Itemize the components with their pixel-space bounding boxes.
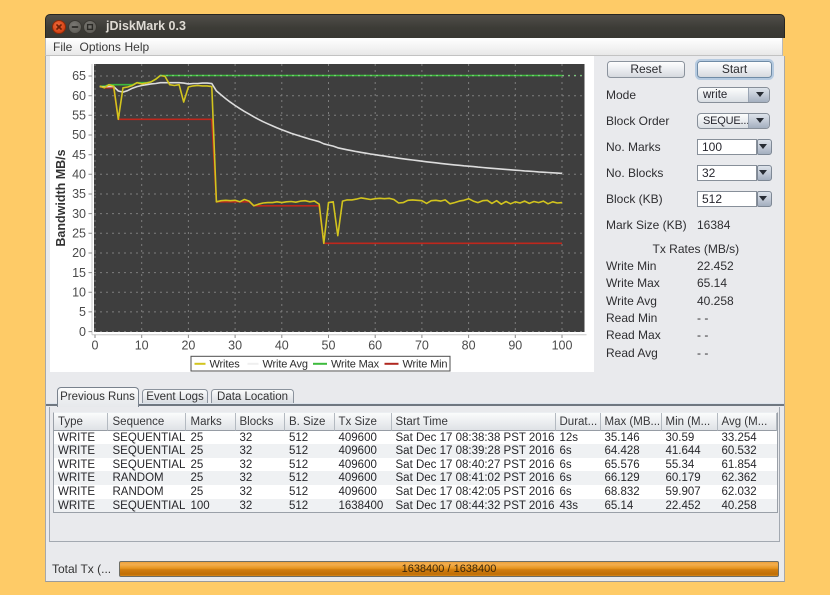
svg-text:50: 50 bbox=[322, 339, 336, 353]
svg-text:60: 60 bbox=[72, 89, 86, 103]
svg-text:30: 30 bbox=[72, 207, 86, 221]
svg-text:Write Avg: Write Avg bbox=[263, 358, 308, 370]
svg-text:Writes: Writes bbox=[210, 358, 241, 370]
svg-text:20: 20 bbox=[181, 339, 195, 353]
svg-text:10: 10 bbox=[72, 286, 86, 300]
svg-text:70: 70 bbox=[415, 339, 429, 353]
svg-text:100: 100 bbox=[552, 339, 573, 353]
svg-text:10: 10 bbox=[135, 339, 149, 353]
svg-text:80: 80 bbox=[462, 339, 476, 353]
svg-text:0: 0 bbox=[92, 339, 99, 353]
svg-text:0: 0 bbox=[79, 325, 86, 339]
svg-text:35: 35 bbox=[72, 187, 86, 201]
svg-text:40: 40 bbox=[72, 168, 86, 182]
svg-text:15: 15 bbox=[72, 266, 86, 280]
svg-text:30: 30 bbox=[228, 339, 242, 353]
svg-text:65: 65 bbox=[72, 69, 86, 83]
svg-text:25: 25 bbox=[72, 227, 86, 241]
svg-text:20: 20 bbox=[72, 246, 86, 260]
svg-text:Write Min: Write Min bbox=[403, 358, 448, 370]
svg-text:5: 5 bbox=[79, 305, 86, 319]
svg-text:40: 40 bbox=[275, 339, 289, 353]
svg-text:Bandwidth MB/s: Bandwidth MB/s bbox=[54, 149, 68, 246]
svg-text:Write Max: Write Max bbox=[331, 358, 380, 370]
svg-text:50: 50 bbox=[72, 128, 86, 142]
svg-text:45: 45 bbox=[72, 148, 86, 162]
svg-text:90: 90 bbox=[508, 339, 522, 353]
svg-text:55: 55 bbox=[72, 109, 86, 123]
svg-text:60: 60 bbox=[368, 339, 382, 353]
